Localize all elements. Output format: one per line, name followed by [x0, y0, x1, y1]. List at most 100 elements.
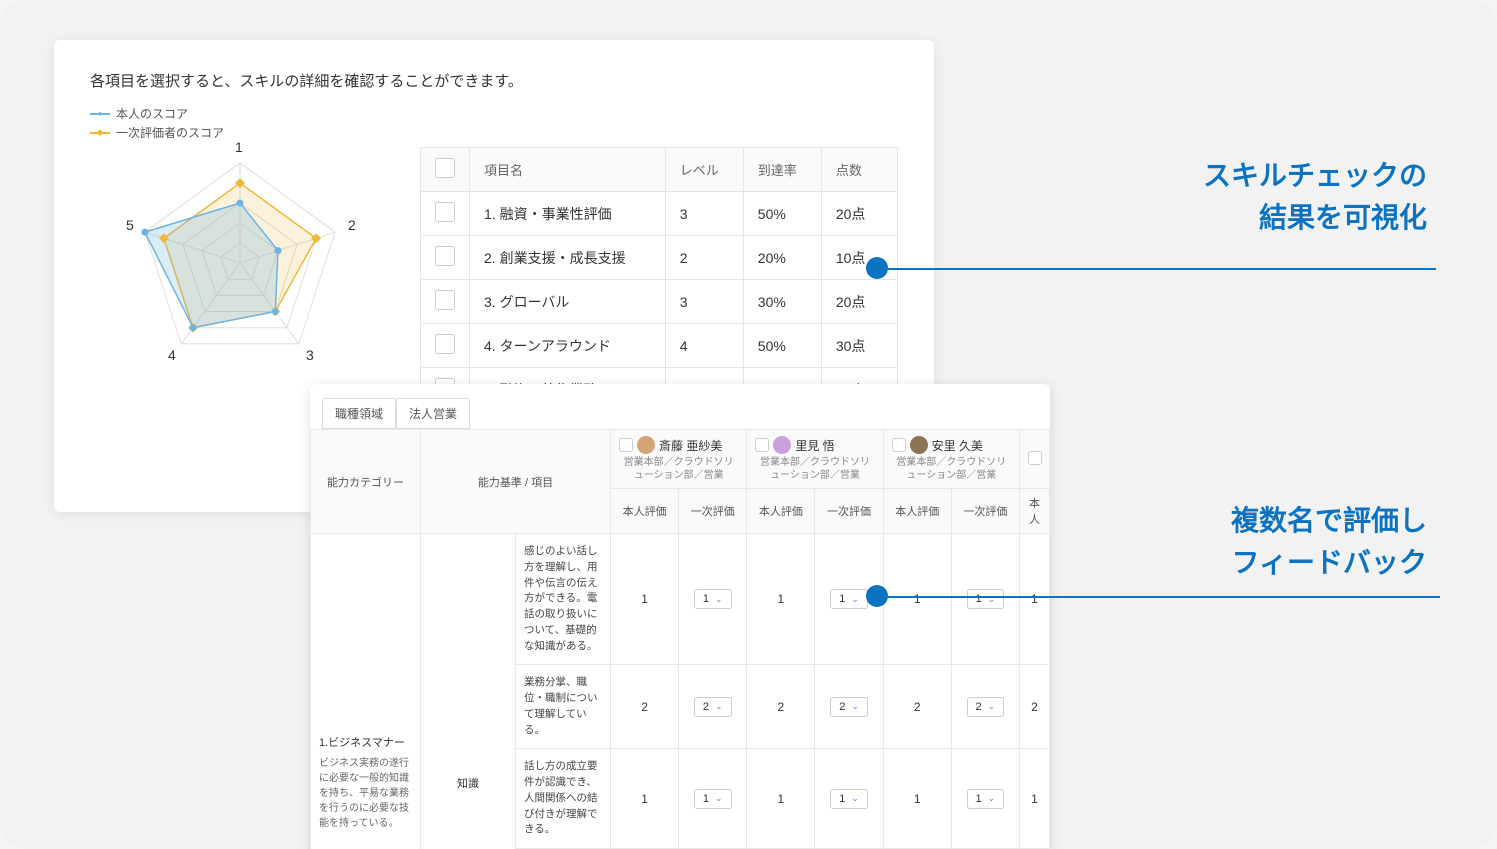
chevron-down-icon: ⌄: [851, 793, 859, 804]
criteria-cell: 業務分掌、職位・職制について理解している。: [516, 665, 611, 749]
checkbox-person-extra[interactable]: [1028, 451, 1042, 465]
score-self-extra: 1: [1020, 749, 1050, 849]
cell-score: 30点: [821, 324, 897, 368]
legend-label-self: 本人のスコア: [116, 105, 188, 122]
score-select[interactable]: 1 ⌄: [694, 789, 732, 809]
chevron-down-icon: ⌄: [988, 793, 996, 804]
callout-dot-1: [866, 257, 888, 279]
score-primary: 2 ⌄: [679, 665, 747, 749]
person-dept: 営業本部／クラウドソリューション部／営業: [755, 456, 874, 482]
tab-area-label[interactable]: 職種領域: [322, 398, 396, 429]
cell-name: 4. ターンアラウンド: [470, 324, 666, 368]
cell-score: 20点: [821, 280, 897, 324]
chevron-down-icon: ⌄: [715, 793, 723, 804]
checkbox-row[interactable]: [435, 202, 455, 222]
avatar: [773, 436, 791, 454]
score-primary: 1 ⌄: [951, 749, 1019, 849]
table-row: 1.ビジネスマナー ビジネス実務の遂行に必要な一般的知識を持ち、平易な業務を行う…: [311, 534, 1050, 665]
cell-name: 3. グローバル: [470, 280, 666, 324]
checkbox-all[interactable]: [435, 158, 455, 178]
score-select[interactable]: 2 ⌄: [694, 697, 732, 717]
score-self: 2: [883, 665, 951, 749]
criteria-cell: 感じのよい話し方を理解し、用件や伝言の伝え方ができる。電話の取り扱いについて、基…: [516, 534, 611, 665]
score-select[interactable]: 1 ⌄: [830, 589, 868, 609]
score-self: 2: [611, 665, 679, 749]
callout-line-2: [884, 596, 1440, 598]
score-select[interactable]: 1 ⌄: [967, 789, 1005, 809]
cell-rate: 30%: [743, 280, 821, 324]
cell-level: 4: [665, 324, 743, 368]
score-select[interactable]: 2 ⌄: [830, 697, 868, 717]
checkbox-row[interactable]: [435, 246, 455, 266]
table-row[interactable]: 3. グローバル 3 30% 20点: [421, 280, 898, 324]
table-row[interactable]: 1. 融資・事業性評価 3 50% 20点: [421, 192, 898, 236]
cell-level: 3: [665, 192, 743, 236]
checkbox-row[interactable]: [435, 290, 455, 310]
cell-level: 2: [665, 236, 743, 280]
cell-rate: 50%: [743, 324, 821, 368]
score-self-extra: 1: [1020, 534, 1050, 665]
chevron-down-icon: ⌄: [715, 701, 723, 712]
person-name: 斎藤 亜紗美: [659, 437, 722, 454]
subhead-self-2: 本人評価: [883, 489, 951, 534]
person-name: 里見 悟: [795, 437, 834, 454]
cell-rate: 20%: [743, 236, 821, 280]
score-select[interactable]: 1 ⌄: [830, 789, 868, 809]
knowledge-cell: 知識: [421, 534, 516, 849]
category-desc: ビジネス実務の遂行に必要な一般的知識を持ち、平易な業務を行うのに必要な技能を持っ…: [319, 756, 412, 831]
score-primary: 2 ⌄: [951, 665, 1019, 749]
cell-rate: 50%: [743, 192, 821, 236]
score-primary: 1 ⌄: [951, 534, 1019, 665]
axis-label-1: 1: [235, 139, 243, 155]
cell-name: 2. 創業支援・成長支援: [470, 236, 666, 280]
header-category: 能力カテゴリー: [311, 430, 421, 534]
score-self: 1: [883, 534, 951, 665]
checkbox-person[interactable]: [619, 438, 633, 452]
avatar: [910, 436, 928, 454]
score-select[interactable]: 1 ⌄: [694, 589, 732, 609]
category-cell: 1.ビジネスマナー ビジネス実務の遂行に必要な一般的知識を持ち、平易な業務を行う…: [311, 534, 421, 849]
axis-label-4: 4: [168, 347, 176, 363]
chevron-down-icon: ⌄: [988, 701, 996, 712]
person-header-1: 里見 悟 営業本部／クラウドソリューション部／営業: [747, 430, 883, 489]
tabs: 職種領域 法人営業: [310, 398, 1050, 429]
criteria-cell: 話し方の成立要件が認識でき、人間関係への結び付きが理解できる。: [516, 749, 611, 849]
axis-label-2: 2: [348, 217, 356, 233]
person-dept: 営業本部／クラウドソリューション部／営業: [892, 456, 1011, 482]
checkbox-person[interactable]: [755, 438, 769, 452]
header-rate: 到達率: [743, 148, 821, 192]
category-title: 1.ビジネスマナー: [319, 735, 412, 752]
callout-1-line2: 結果を可視化: [1203, 197, 1427, 239]
score-select[interactable]: 2 ⌄: [967, 697, 1005, 717]
score-self: 2: [747, 665, 815, 749]
table-row[interactable]: 4. ターンアラウンド 4 50% 30点: [421, 324, 898, 368]
callout-2-line2: フィードバック: [1231, 542, 1427, 584]
subhead-self-1: 本人評価: [747, 489, 815, 534]
evaluation-table: 能力カテゴリー 能力基準 / 項目 斎藤 亜紗美 営業本部／クラウドソリューショ…: [310, 429, 1050, 849]
subhead-self-0: 本人評価: [611, 489, 679, 534]
callout-2: 複数名で評価し フィードバック: [1231, 500, 1427, 584]
cell-level: 3: [665, 280, 743, 324]
table-row[interactable]: 2. 創業支援・成長支援 2 20% 10点: [421, 236, 898, 280]
checkbox-person[interactable]: [892, 438, 906, 452]
chevron-down-icon: ⌄: [851, 701, 859, 712]
axis-label-3: 3: [306, 347, 314, 363]
callout-1: スキルチェックの 結果を可視化: [1203, 155, 1427, 239]
person-header-2: 安里 久美 営業本部／クラウドソリューション部／営業: [883, 430, 1019, 489]
radar-chart: 1 2 3 4 5: [90, 123, 390, 383]
card1-title: 各項目を選択すると、スキルの詳細を確認することができます。: [90, 70, 898, 91]
header-score: 点数: [821, 148, 897, 192]
tab-area-value[interactable]: 法人営業: [396, 398, 470, 429]
score-select[interactable]: 1 ⌄: [967, 589, 1005, 609]
chevron-down-icon: ⌄: [715, 594, 723, 605]
header-check: [421, 148, 470, 192]
radar-svg: [90, 123, 390, 383]
evaluation-card: 職種領域 法人営業 能力カテゴリー 能力基準 / 項目 斎藤 亜紗美 営業本部／…: [310, 384, 1050, 849]
header-level: レベル: [665, 148, 743, 192]
person-header-extra: [1020, 430, 1050, 489]
chevron-down-icon: ⌄: [851, 594, 859, 605]
cell-name: 1. 融資・事業性評価: [470, 192, 666, 236]
subhead-primary-0: 一次評価: [679, 489, 747, 534]
checkbox-row[interactable]: [435, 334, 455, 354]
score-self-extra: 2: [1020, 665, 1050, 749]
